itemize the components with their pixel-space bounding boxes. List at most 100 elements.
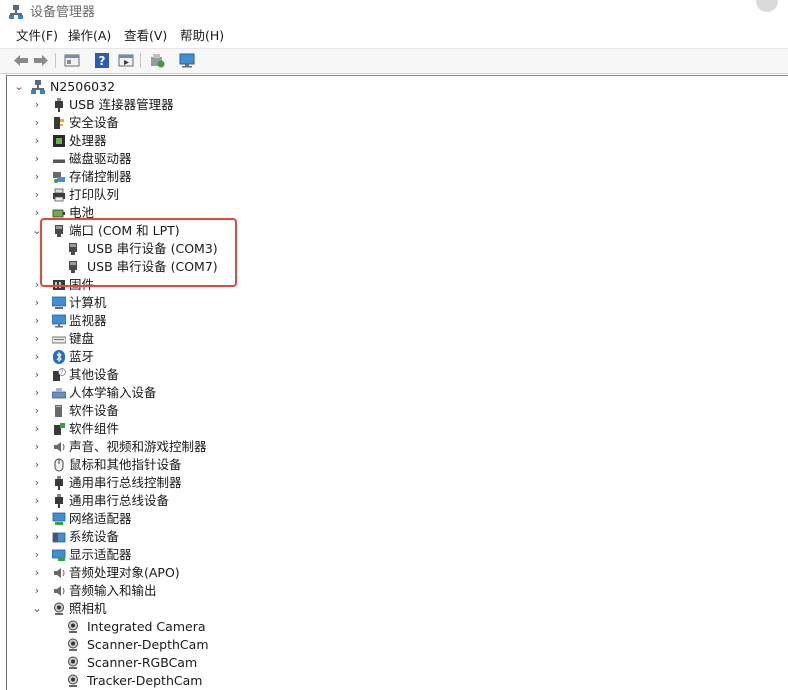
back-arrow-icon[interactable] [12,52,30,69]
usb-plug-icon [55,494,63,508]
tree-item-audio-processing[interactable]: › 音频处理对象(APO) [32,564,332,582]
tree-root[interactable]: ⌄ N2506032 [14,78,214,96]
chevron-right-icon[interactable]: › [32,348,42,366]
chevron-right-icon[interactable]: › [32,528,42,546]
root-label: N2506032 [50,79,116,94]
tree-item-other-devices[interactable]: › ? 其他设备 [32,366,332,384]
tree-item-label: Tracker-DepthCam [87,673,203,688]
chevron-right-icon[interactable]: › [32,168,42,186]
speaker-icon [54,442,65,452]
chevron-right-icon[interactable]: › [32,456,42,474]
chevron-right-icon[interactable]: › [32,402,42,420]
tree-item-usb-devices[interactable]: › 通用串行总线设备 [32,492,332,510]
chevron-right-icon[interactable]: › [32,312,42,330]
display-adapter-icon [52,549,66,561]
tree-item-disk-drive[interactable]: › 磁盘驱动器 [32,150,332,168]
tree-item-display-adapters[interactable]: › 显示适配器 [32,546,332,564]
tree-child-com7[interactable]: USB 串行设备 (COM7) [50,258,330,276]
tree-item-software-components[interactable]: › 软件组件 [32,420,332,438]
tree-item-firmware[interactable]: › 固件 [32,276,332,294]
tree-child-scanner-depthcam[interactable]: Scanner-DepthCam [50,636,330,654]
tree-item-software-devices[interactable]: › 软件设备 [32,402,332,420]
tree-item-ports[interactable]: ⌄ 端口 (COM 和 LPT) [32,222,332,240]
chevron-right-icon[interactable]: › [32,132,42,150]
camera-icon [68,638,78,651]
chevron-right-icon[interactable]: › [32,564,42,582]
chevron-right-icon[interactable]: › [32,186,42,204]
tree-child-integrated-camera[interactable]: Integrated Camera [50,618,330,636]
chevron-down-icon[interactable]: ⌄ [32,222,42,240]
chevron-right-icon[interactable]: › [32,294,42,312]
tree-item-storage-controller[interactable]: › 存储控制器 [32,168,332,186]
tree-item-computer[interactable]: › 计算机 [32,294,332,312]
battery-icon [52,209,65,218]
tree-item-monitor[interactable]: › 监视器 [32,312,332,330]
software-component-icon [54,423,65,435]
menu-help[interactable]: 帮助(H) [180,28,224,44]
tree-item-security[interactable]: › 安全设备 [32,114,332,132]
chevron-right-icon[interactable]: › [32,546,42,564]
tree-item-system-devices[interactable]: › 系统设备 [32,528,332,546]
chevron-right-icon[interactable]: › [32,150,42,168]
monitor-icon[interactable] [178,52,196,69]
chevron-right-icon[interactable]: › [32,204,42,222]
chevron-right-icon[interactable]: › [32,276,42,294]
chevron-right-icon[interactable]: › [32,114,42,132]
chevron-right-icon[interactable]: › [32,96,42,114]
tree-item-label: USB 串行设备 (COM7) [87,259,218,274]
tree-item-mouse[interactable]: › 鼠标和其他指针设备 [32,456,332,474]
chevron-down-icon[interactable]: ⌄ [32,600,42,618]
chevron-down-icon[interactable]: ⌄ [14,78,24,96]
network-adapter-icon [52,512,66,525]
tree-child-scanner-rgbcam[interactable]: Scanner-RGBCam [50,654,330,672]
tree-item-label: Scanner-DepthCam [87,637,209,652]
chevron-right-icon[interactable]: › [32,510,42,528]
properties-icon[interactable] [63,52,81,69]
computer-tree-icon [31,80,45,94]
run-icon[interactable] [117,52,135,69]
chevron-right-icon[interactable]: › [32,384,42,402]
chevron-right-icon[interactable]: › [32,438,42,456]
device-manager-window: 设备管理器 文件(F) 操作(A) 查看(V) 帮助(H) ? ⌄ N25060… [0,0,788,690]
chevron-right-icon[interactable]: › [32,330,42,348]
tree-item-label: 通用串行总线控制器 [69,475,182,490]
svg-text:?: ? [99,54,106,68]
chevron-right-icon[interactable]: › [32,420,42,438]
chevron-right-icon[interactable]: › [32,492,42,510]
tree-item-processor[interactable]: › 处理器 [32,132,332,150]
tree-item-print-queue[interactable]: › 打印队列 [32,186,332,204]
scan-hardware-icon[interactable] [148,52,166,69]
bluetooth-icon [53,350,65,364]
tree-item-bluetooth[interactable]: › 蓝牙 [32,348,332,366]
tree-child-com3[interactable]: USB 串行设备 (COM3) [50,240,330,258]
tree-child-tracker-depthcam[interactable]: Tracker-DepthCam [50,672,330,690]
processor-icon [53,135,65,147]
tree-item-usb-connector[interactable]: › USB 连接器管理器 [32,96,332,114]
tree-item-label: 照相机 [69,601,107,616]
forward-arrow-icon[interactable] [32,52,50,69]
chevron-right-icon[interactable]: › [32,366,42,384]
tree-item-label: 鼠标和其他指针设备 [69,457,182,472]
camera-icon [68,656,78,669]
tree-item-cameras[interactable]: ⌄ 照相机 [32,600,332,618]
port-icon [55,225,63,237]
menu-file[interactable]: 文件(F) [16,28,58,44]
help-icon[interactable]: ? [93,52,111,69]
menu-view[interactable]: 查看(V) [124,28,167,44]
unknown-device-icon: ? [53,368,66,381]
chevron-right-icon[interactable]: › [32,582,42,600]
tree-item-keyboard[interactable]: › 键盘 [32,330,332,348]
tree-item-label: 人体学输入设备 [69,385,157,400]
tree-item-sound-video-game[interactable]: › 声音、视频和游戏控制器 [32,438,332,456]
chevron-right-icon[interactable]: › [32,474,42,492]
tree-item-audio-io[interactable]: › 音频输入和输出 [32,582,332,600]
security-key-icon [54,117,64,129]
tree-item-battery[interactable]: › 电池 [32,204,332,222]
corner-button[interactable] [756,0,778,12]
tree-item-hid[interactable]: › 人体学输入设备 [32,384,332,402]
tree-item-label: 其他设备 [69,367,120,382]
tree-item-network-adapters[interactable]: › 网络适配器 [32,510,332,528]
port-icon [69,243,77,255]
tree-item-usb-controllers[interactable]: › 通用串行总线控制器 [32,474,332,492]
menu-action[interactable]: 操作(A) [68,28,111,44]
